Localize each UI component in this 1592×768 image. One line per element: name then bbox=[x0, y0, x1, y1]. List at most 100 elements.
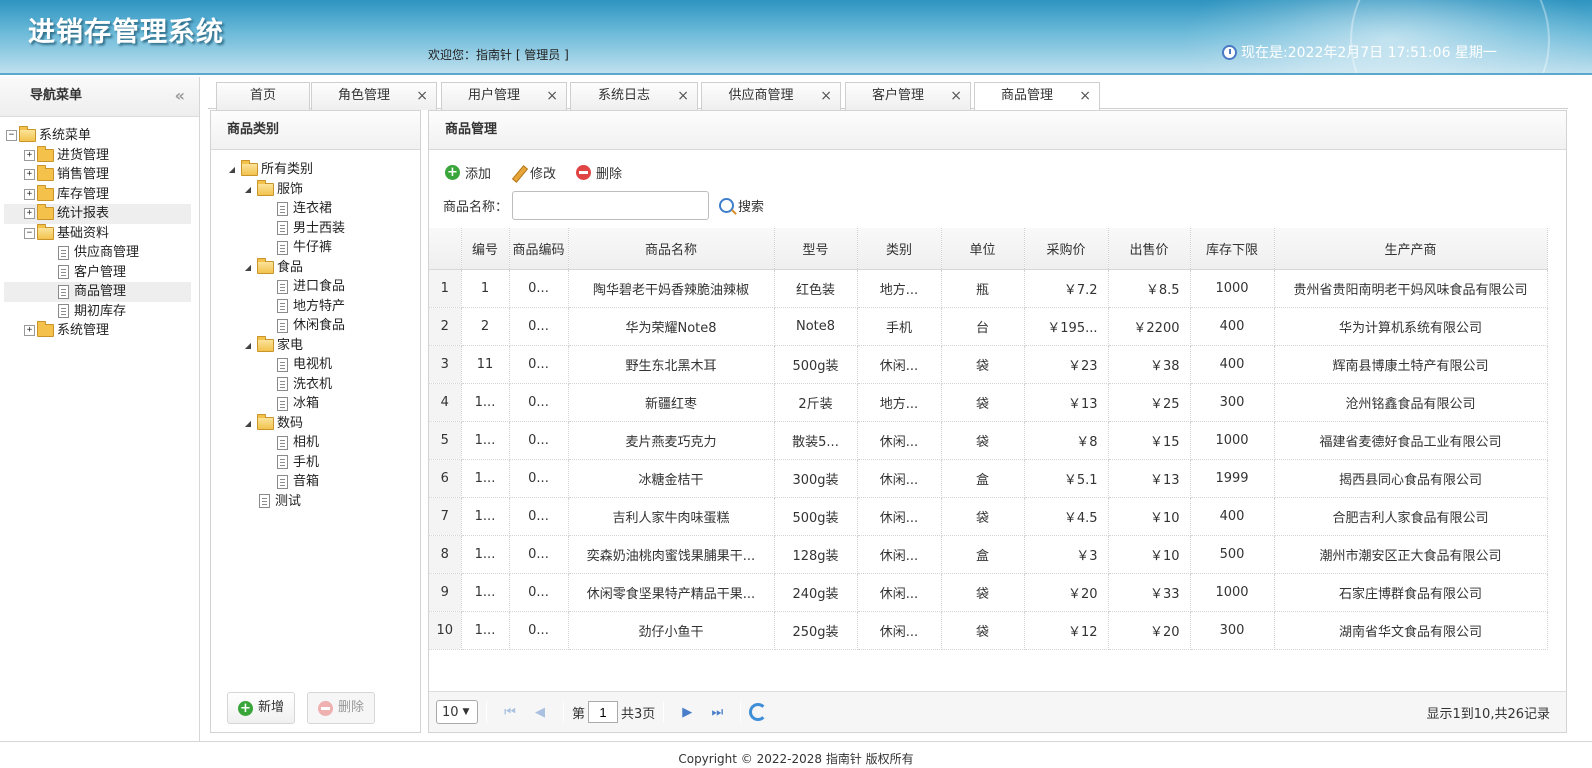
collapse-toggle-icon[interactable]: − bbox=[24, 227, 35, 239]
nav-item-label: 客户管理 bbox=[74, 264, 127, 280]
table-cell: 0... bbox=[509, 307, 569, 346]
nav-item-customers[interactable]: 客户管理 bbox=[0, 263, 199, 283]
nav-item-basic[interactable]: − 基础资料 bbox=[0, 223, 199, 244]
column-header[interactable]: 生产产商 bbox=[1274, 228, 1548, 270]
tab-roles[interactable]: 角色管理 × bbox=[311, 82, 437, 110]
edit-button[interactable]: 修改 bbox=[511, 163, 556, 182]
category-group[interactable]: ◢ 数码 bbox=[211, 413, 420, 434]
table-cell: 500 bbox=[1190, 535, 1275, 574]
page-size-value: 10 bbox=[442, 704, 459, 720]
close-icon[interactable]: × bbox=[1079, 83, 1091, 109]
category-item[interactable]: 牛仔裤 bbox=[211, 238, 420, 258]
table-cell: 11 bbox=[461, 345, 510, 384]
column-header[interactable]: 商品名称 bbox=[568, 228, 775, 270]
triangle-down-icon[interactable]: ◢ bbox=[243, 258, 253, 278]
column-header[interactable]: 型号 bbox=[774, 228, 858, 270]
category-item[interactable]: 男士西装 bbox=[211, 219, 420, 239]
expand-toggle-icon[interactable]: + bbox=[24, 188, 35, 200]
next-page-icon[interactable]: ▶ bbox=[676, 701, 698, 723]
page-size-select[interactable]: 10 ▼ bbox=[436, 700, 478, 724]
table-row[interactable]: 2 2 0... 华为荣耀Note8 Note8 手机台 ￥195... ￥2200 400 华为… bbox=[429, 307, 1548, 346]
category-item[interactable]: 音箱 bbox=[211, 472, 420, 492]
clock-icon bbox=[1222, 44, 1237, 60]
last-page-icon[interactable]: ⏭ bbox=[706, 701, 728, 723]
goods-panel-title: 商品管理 bbox=[429, 111, 1566, 150]
column-header[interactable]: 库存下限 bbox=[1190, 228, 1275, 270]
nav-item-initial-stock[interactable]: 期初库存 bbox=[0, 302, 199, 322]
tab-label: 系统日志 bbox=[597, 88, 650, 103]
tab-users[interactable]: 用户管理 × bbox=[441, 82, 567, 110]
expand-toggle-icon[interactable]: + bbox=[24, 208, 35, 220]
add-category-button[interactable]: + 新增 bbox=[227, 692, 296, 724]
column-header[interactable]: 类别 bbox=[857, 228, 942, 270]
category-item[interactable]: 电视机 bbox=[211, 355, 420, 375]
category-item[interactable]: 测试 bbox=[211, 492, 420, 512]
search-button[interactable]: 搜索 bbox=[719, 196, 764, 215]
nav-item-reports[interactable]: + 统计报表 bbox=[4, 204, 191, 224]
table-row[interactable]: 5 1... 0... 麦片燕麦巧克力 散装5... 休闲... 袋 ￥8 ￥15 1000 福建省… bbox=[429, 421, 1548, 460]
category-item[interactable]: 洗衣机 bbox=[211, 375, 420, 395]
category-item[interactable]: 地方特产 bbox=[211, 297, 420, 317]
close-icon[interactable]: × bbox=[677, 83, 689, 109]
collapse-icon[interactable]: « bbox=[175, 77, 185, 115]
nav-item-suppliers[interactable]: 供应商管理 bbox=[0, 243, 199, 263]
nav-item-system[interactable]: + 系统管理 bbox=[0, 321, 199, 341]
column-header[interactable]: 单位 bbox=[941, 228, 1025, 270]
column-header[interactable]: 采购价 bbox=[1024, 228, 1109, 270]
table-row[interactable]: 1 1 0... 陶华碧老干妈香辣脆油辣椒 红色装 地方... 瓶 ￥7.2 ￥8.5 1000 贵… bbox=[429, 269, 1548, 308]
category-group[interactable]: ◢ 家电 bbox=[211, 335, 420, 356]
column-header[interactable]: 编号 bbox=[461, 228, 510, 270]
column-header[interactable]: 出售价 bbox=[1108, 228, 1191, 270]
nav-item-goods[interactable]: 商品管理 bbox=[4, 282, 191, 302]
close-icon[interactable]: × bbox=[820, 83, 832, 109]
triangle-down-icon[interactable]: ◢ bbox=[243, 180, 253, 200]
close-icon[interactable]: × bbox=[416, 83, 428, 109]
category-item[interactable]: 进口食品 bbox=[211, 277, 420, 297]
tab-logs[interactable]: 系统日志 × bbox=[570, 82, 698, 110]
expand-toggle-icon[interactable]: + bbox=[24, 325, 35, 337]
category-item[interactable]: 相机 bbox=[211, 433, 420, 453]
triangle-down-icon[interactable]: ◢ bbox=[243, 336, 253, 356]
add-button[interactable]: + 添加 bbox=[445, 163, 491, 182]
nav-item-stock[interactable]: + 库存管理 bbox=[0, 184, 199, 205]
nav-item-purchase[interactable]: + 进货管理 bbox=[0, 145, 199, 166]
table-row[interactable]: 4 1... 0... 新疆红枣 2斤装 地方... 袋 ￥13 ￥25 300 沧州铭鑫食品有限公… bbox=[429, 383, 1548, 422]
category-item[interactable]: 休闲食品 bbox=[211, 316, 420, 336]
category-item[interactable]: 连衣裙 bbox=[211, 199, 420, 219]
table-row[interactable]: 10 1... 0... 劲仔小鱼干 250g装 休闲... 袋 ￥12 ￥20 300 湖南省华文… bbox=[429, 611, 1548, 650]
nav-item-sales[interactable]: + 销售管理 bbox=[0, 165, 199, 185]
close-icon[interactable]: × bbox=[950, 83, 962, 109]
tab-label: 供应商管理 bbox=[728, 88, 794, 103]
tab-goods[interactable]: 商品管理 × bbox=[974, 82, 1100, 111]
expand-toggle-icon[interactable]: + bbox=[24, 169, 35, 181]
tab-customers[interactable]: 客户管理 × bbox=[845, 82, 971, 110]
tab-home[interactable]: 首页 bbox=[216, 82, 310, 110]
nav-root[interactable]: − 系统菜单 bbox=[0, 126, 199, 146]
category-item[interactable]: 手机 bbox=[211, 453, 420, 473]
triangle-down-icon[interactable]: ◢ bbox=[227, 160, 237, 180]
table-row[interactable]: 7 1... 0... 吉利人家牛肉味蛋糕 500g装 休闲... 袋 ￥4.5 ￥10 400 合… bbox=[429, 497, 1548, 536]
column-header[interactable]: 商品编码 bbox=[509, 228, 569, 270]
table-row[interactable]: 8 1... 0... 奕森奶油桃肉蜜饯果脯果干... 128g装 休闲... 盒 ￥3 ￥10… bbox=[429, 535, 1548, 574]
table-row[interactable]: 3 11 0... 野生东北黑木耳 500g装 休闲... 袋 ￥23 ￥38 400 辉南县博康土… bbox=[429, 345, 1548, 384]
delete-category-button[interactable]: 删除 bbox=[307, 692, 376, 724]
category-group[interactable]: ◢ 服饰 bbox=[211, 179, 420, 200]
delete-button[interactable]: 删除 bbox=[576, 163, 622, 182]
close-icon[interactable]: × bbox=[546, 83, 558, 109]
collapse-toggle-icon[interactable]: − bbox=[6, 130, 17, 142]
category-root[interactable]: ◢ 所有类别 bbox=[211, 160, 420, 180]
tab-suppliers[interactable]: 供应商管理 × bbox=[701, 82, 841, 110]
refresh-icon[interactable] bbox=[749, 703, 768, 721]
expand-toggle-icon[interactable]: + bbox=[24, 149, 35, 161]
plus-icon: + bbox=[445, 165, 460, 180]
page-number-input[interactable] bbox=[588, 701, 619, 723]
search-input[interactable] bbox=[512, 191, 710, 220]
nav-item-label: 期初库存 bbox=[74, 303, 127, 319]
category-group[interactable]: ◢ 食品 bbox=[211, 257, 420, 278]
prev-page-icon[interactable]: ◀ bbox=[529, 701, 551, 723]
triangle-down-icon[interactable]: ◢ bbox=[243, 414, 253, 434]
table-row[interactable]: 9 1... 0... 休闲零食坚果特产精品干果... 240g装 休闲... 袋 ￥20 ￥3… bbox=[429, 573, 1548, 612]
first-page-icon[interactable]: ⏮ bbox=[499, 701, 521, 723]
table-row[interactable]: 6 1... 0... 冰糖金桔干 300g装 休闲... 盒 ￥5.1 ￥13 1999 揭西县同… bbox=[429, 459, 1548, 498]
category-item[interactable]: 冰箱 bbox=[211, 394, 420, 414]
